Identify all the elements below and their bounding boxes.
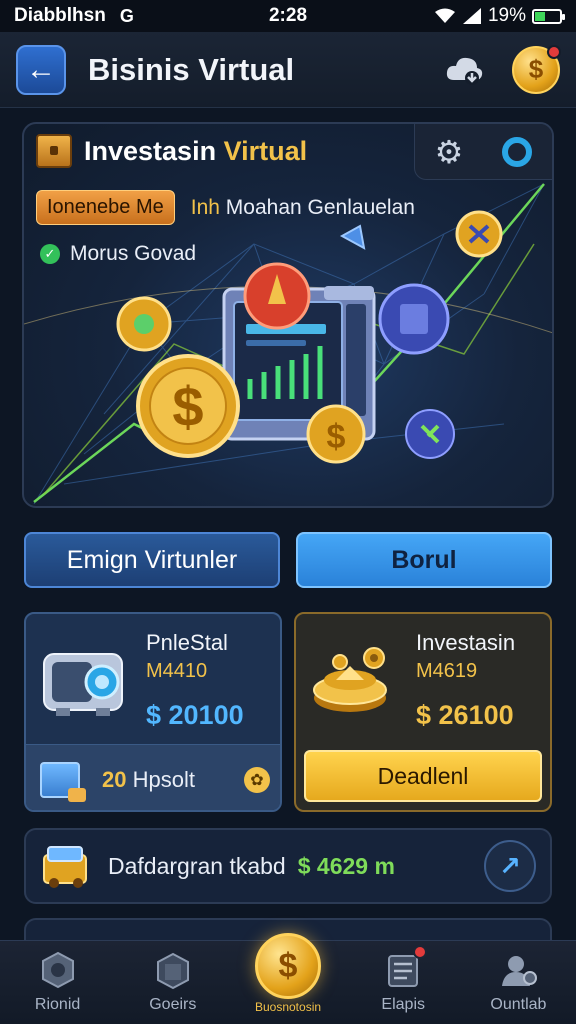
hero-banner: $ $ Investasin Virtual ⚙ Ionenebe Me Inh… <box>22 122 554 508</box>
footer-label: Hpsolt <box>126 766 195 792</box>
buy-button[interactable]: Deadlenl <box>304 750 542 802</box>
promo-text: Inh Moahan Genlauelan <box>191 196 415 220</box>
signal-icon <box>462 8 481 24</box>
cloud-icon <box>446 57 483 85</box>
product-price: $ 26100 <box>416 700 514 730</box>
server-device-icon <box>43 653 123 716</box>
summary-label: Dafdargran tkabd <box>108 852 286 879</box>
nav-label: Elapis <box>381 996 425 1013</box>
status-icons: 19% <box>434 5 565 27</box>
top-actions: $ <box>442 44 561 94</box>
nav-label: Goeirs <box>149 996 197 1013</box>
battery-percent: 19% <box>487 5 526 26</box>
product-name: PnleStal <box>146 630 228 655</box>
product-code: M4410 <box>146 660 208 682</box>
footer-text: 20 Hpsolt <box>102 767 195 793</box>
primary-action-button[interactable]: Borul <box>296 532 552 588</box>
promo-text-rest: Moahan Genlauelan <box>219 195 415 219</box>
carrier-name: Diabblhsn <box>14 5 106 26</box>
product-card-left[interactable]: PnleStal M4410 $ 20100 20 Hpsolt ✿ <box>24 612 282 812</box>
user-profile-icon <box>502 956 538 986</box>
nav-item-center-coin[interactable]: $ Buosnotosin <box>230 933 345 1024</box>
coin-wallet-button[interactable]: $ <box>512 44 561 94</box>
cube-icon <box>156 952 189 990</box>
nav-item-rionid[interactable]: Rionid <box>0 941 115 1024</box>
gold-coins-icon <box>313 647 387 712</box>
card-footer: 20 Hpsolt ✿ <box>26 744 280 810</box>
product-code: M4619 <box>416 660 478 682</box>
top-app-bar: ← Bisinis Virtual $ <box>0 32 576 108</box>
summary-value: $ 4629 m <box>297 852 395 879</box>
hero-title: Investasin Virtual <box>84 136 307 167</box>
promo-badge[interactable]: Ionenebe Me <box>36 190 175 225</box>
hero-title-main: Investasin <box>84 135 224 166</box>
flower-icon[interactable]: ✿ <box>244 766 270 793</box>
document-icon <box>40 761 86 802</box>
svg-text:$: $ <box>327 418 346 456</box>
wifi-icon <box>434 8 455 23</box>
notification-dot <box>412 945 427 959</box>
page-title: Bisinis Virtual <box>88 51 295 87</box>
hexagon-badge-icon <box>41 951 74 989</box>
bottom-navigation: Rionid Goeirs $ Buosnotosin Elapis Ountl… <box>0 933 576 1024</box>
treasure-chest-icon <box>36 134 72 168</box>
back-arrow-icon: ← <box>26 52 56 86</box>
back-button[interactable]: ← <box>16 44 66 95</box>
crate-icon <box>43 846 87 888</box>
check-icon: ✓ <box>40 244 60 264</box>
svg-text:$: $ <box>172 375 203 438</box>
gear-icon[interactable]: ⚙ <box>435 133 464 171</box>
nav-label: Buosnotosin <box>254 1000 322 1014</box>
nav-item-ountlab[interactable]: Ountlab <box>461 941 576 1024</box>
status-text: Morus Govad <box>70 242 197 265</box>
arrow-up-right-icon[interactable]: ↗ <box>484 840 536 892</box>
nav-item-goeirs[interactable]: Goeirs <box>115 941 230 1024</box>
notification-dot <box>547 44 561 59</box>
nav-item-elapis[interactable]: Elapis <box>346 941 461 1024</box>
footer-count: 20 <box>102 766 127 792</box>
status-row: ✓ Morus Govad <box>40 242 196 266</box>
status-bar: Diabblhsn G 2:28 19% <box>0 0 576 32</box>
product-name: Investasin <box>416 630 516 655</box>
hero-title-accent: Virtual <box>223 135 308 166</box>
nav-label: Rionid <box>34 996 81 1013</box>
dollar-coin-icon: $ <box>255 933 321 999</box>
cloud-sync-button[interactable] <box>442 48 486 92</box>
refresh-ring-icon[interactable] <box>502 136 533 167</box>
promo-row: Ionenebe Me Inh Moahan Genlauelan <box>36 190 415 225</box>
dollar-icon: $ <box>528 54 544 84</box>
secondary-action-button[interactable]: Emign Virtunler <box>24 532 280 588</box>
nav-label: Ountlab <box>490 996 547 1013</box>
summary-row[interactable]: Dafdargran tkabd $ 4629 m ↗ <box>24 828 552 904</box>
google-icon: G <box>119 5 134 26</box>
promo-accent: Inh <box>190 195 220 219</box>
action-buttons: Emign Virtunler Borul <box>24 532 552 588</box>
product-card-right[interactable]: Investasin M4619 $ 26100 Deadlenl <box>294 612 552 812</box>
product-price: $ 20100 <box>146 700 244 730</box>
hero-tools: ⚙ <box>414 124 552 180</box>
hero-header: Investasin Virtual <box>36 134 307 168</box>
battery-icon <box>532 8 565 24</box>
investment-network-illustration: $ $ <box>24 183 552 505</box>
